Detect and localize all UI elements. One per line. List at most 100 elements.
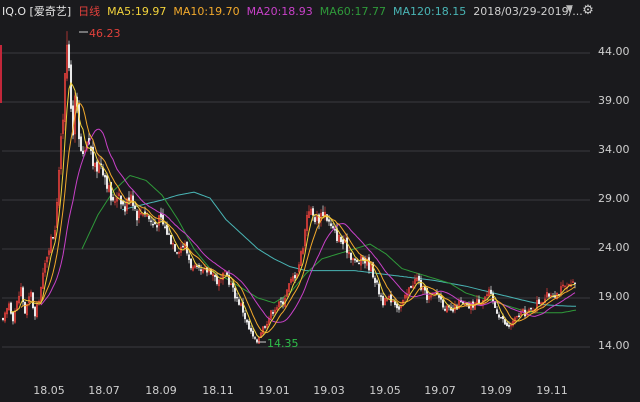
candle-body: [547, 293, 551, 297]
candle-body: [339, 236, 343, 243]
candle-body: [237, 299, 241, 305]
candle-body: [163, 226, 167, 228]
candle-body: [327, 219, 331, 222]
y-axis-tick-label: 44.00: [598, 45, 630, 58]
x-axis-tick-label: 19.09: [480, 384, 512, 397]
candle-body: [135, 210, 139, 221]
y-axis-tick-label: 24.00: [598, 241, 630, 254]
x-axis-tick-label: 19.01: [258, 384, 290, 397]
candle-body: [503, 319, 507, 325]
candle-body: [165, 224, 169, 235]
candle-body: [499, 317, 503, 319]
candle-body: [213, 275, 217, 277]
candle-body: [67, 44, 71, 69]
candle-body: [333, 229, 337, 231]
candle-body: [505, 322, 509, 327]
candle-body: [231, 283, 235, 288]
candle-body: [367, 257, 371, 271]
candle-body: [341, 239, 345, 245]
candle-body: [489, 289, 493, 294]
candle-body: [153, 221, 157, 225]
candle-body: [127, 197, 131, 201]
candle-body: [173, 244, 177, 252]
candle-body: [271, 312, 275, 314]
y-axis-tick-label: 39.00: [598, 94, 630, 107]
candle-body: [79, 136, 83, 152]
candle-body: [175, 252, 179, 254]
candle-body: [95, 161, 99, 172]
candle-body: [573, 282, 577, 285]
candle-body: [103, 175, 107, 178]
candle-body: [77, 104, 81, 140]
candle-body: [409, 285, 413, 288]
candle-body: [155, 225, 159, 228]
candle-body: [375, 280, 379, 283]
candle-body: [11, 311, 15, 322]
candle-body: [251, 330, 255, 337]
y-axis-tick-label: 29.00: [598, 192, 630, 205]
candle-body: [133, 205, 137, 209]
candle-body: [69, 64, 73, 109]
candle-body: [537, 299, 541, 304]
candle-body: [373, 277, 377, 283]
x-axis-tick-label: 19.03: [313, 384, 345, 397]
short-ma-lines-group: [10, 81, 576, 338]
candle-body: [243, 313, 247, 320]
candle-body: [379, 295, 383, 297]
candle-body: [517, 315, 521, 318]
candle-body: [417, 275, 421, 281]
candle-body: [397, 306, 401, 310]
candle-body: [349, 252, 353, 260]
ma60-line-group: [81, 174, 577, 314]
candle-body: [147, 215, 151, 220]
x-axis-tick-label: 18.05: [33, 384, 65, 397]
candle-body: [51, 237, 55, 239]
candle-body: [253, 337, 257, 339]
candle-body: [235, 296, 239, 299]
candle-body: [321, 211, 325, 216]
candle-body: [225, 272, 229, 276]
x-axis-tick-label: 19.07: [424, 384, 456, 397]
candle-body: [331, 226, 335, 229]
candle-body: [1, 317, 5, 320]
candle-body: [199, 269, 203, 272]
high-annotation: 46.23: [89, 27, 121, 40]
candle-body: [149, 220, 153, 222]
candle-body: [123, 206, 127, 212]
grid-lines: [2, 52, 590, 348]
ma60-line: [81, 174, 577, 314]
candle-body: [497, 314, 501, 318]
candle-body: [111, 197, 115, 201]
candle-body: [381, 296, 385, 306]
candle-body: [181, 245, 185, 248]
candle-body: [313, 217, 317, 223]
x-axis-tick-label: 19.11: [536, 384, 568, 397]
candle-body: [437, 295, 441, 298]
candles-group: [1, 31, 577, 344]
candle-body: [355, 259, 359, 262]
candle-body: [143, 211, 147, 214]
candle-body: [389, 294, 393, 303]
candle-body: [169, 234, 173, 245]
candle-body: [233, 287, 237, 299]
candle-body: [245, 319, 249, 323]
candlestick-chart[interactable]: 46.23 14.35: [0, 0, 640, 402]
candle-body: [23, 301, 27, 314]
candle-body: [187, 254, 191, 260]
candle-body: [345, 237, 349, 253]
candle-body: [279, 301, 283, 303]
y-axis-tick-label: 34.00: [598, 143, 630, 156]
candle-body: [81, 150, 85, 154]
x-axis-tick-label: 19.05: [369, 384, 401, 397]
x-axis-tick-label: 18.07: [88, 384, 120, 397]
candle-body: [377, 283, 381, 295]
candle-body: [167, 233, 171, 235]
candle-body: [151, 223, 155, 226]
candle-body: [507, 324, 511, 327]
candle-body: [121, 201, 125, 205]
candle-body: [495, 309, 499, 314]
candle-body: [31, 292, 35, 309]
candle-body: [105, 175, 109, 189]
candle-body: [441, 299, 445, 308]
candle-body: [215, 275, 219, 285]
